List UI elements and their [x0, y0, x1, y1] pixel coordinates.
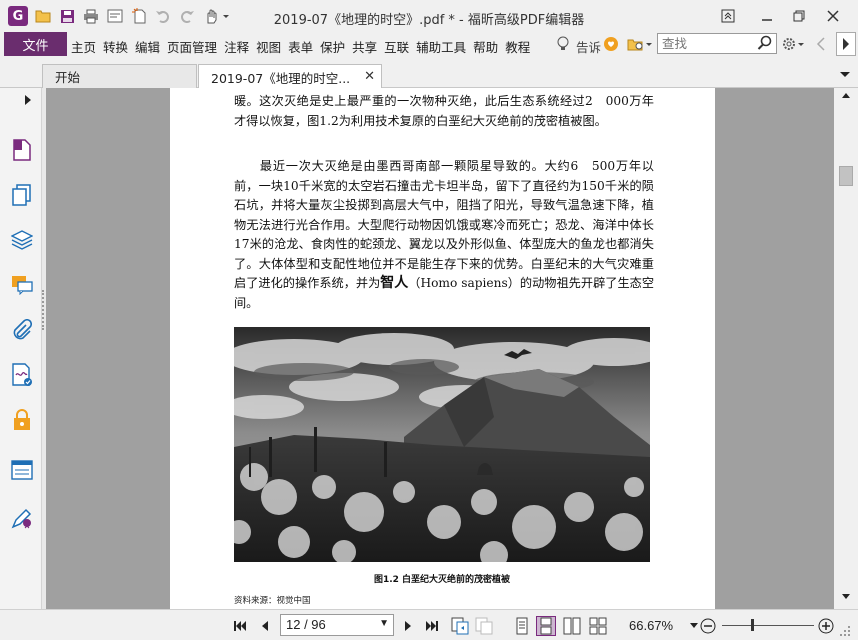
previous-page-icon[interactable]: [255, 616, 275, 636]
menu-protect[interactable]: 保护: [320, 37, 345, 56]
feedback-icon[interactable]: [602, 35, 620, 53]
menu-tutorial[interactable]: 教程: [505, 37, 530, 56]
single-page-view-icon[interactable]: [512, 616, 532, 636]
continuous-view-icon[interactable]: [536, 616, 556, 636]
paragraph-2-text-a: 最近一次大灭绝是由墨西哥南部一颗陨星导致的。大约6 500万年以前，一块10千米…: [234, 159, 654, 290]
paragraph-2: 最近一次大灭绝是由墨西哥南部一颗陨星导致的。大约6 500万年以前，一块10千米…: [234, 157, 654, 313]
menu-connect[interactable]: 互联: [384, 37, 409, 56]
navigation-panel: [0, 88, 42, 609]
open-folder-icon[interactable]: [34, 7, 52, 25]
menu-bar: 文件 主页 转换 编辑 页面管理 注释 视图 表单 保护 共享 互联 辅助工具 …: [0, 32, 858, 58]
tab-start-label: 开始: [55, 70, 81, 85]
close-window-icon[interactable]: [820, 6, 846, 26]
tab-document[interactable]: 2019-07《地理的时空... ✕: [198, 64, 382, 89]
undo-icon[interactable]: [154, 7, 172, 25]
menu-edit[interactable]: 编辑: [135, 37, 160, 56]
menu-comment[interactable]: 注释: [224, 37, 249, 56]
first-page-icon[interactable]: [230, 616, 250, 636]
scroll-down-icon[interactable]: [841, 592, 851, 602]
zoom-out-icon[interactable]: [698, 616, 718, 636]
status-bar: 12 / 96 ▼ 66.67%: [0, 609, 858, 640]
resize-grip-icon[interactable]: [838, 624, 852, 638]
tab-document-label: 2019-07《地理的时空...: [211, 70, 351, 86]
pdf-page: 暖。这次灭绝是史上最严重的一次物种灭绝，此后生态系统经过2 000万年才得以恢复…: [170, 88, 715, 609]
document-view[interactable]: 暖。这次灭绝是史上最严重的一次物种灭绝，此后生态系统经过2 000万年才得以恢复…: [46, 88, 834, 609]
menu-convert[interactable]: 转换: [103, 37, 128, 56]
menu-help[interactable]: 帮助: [473, 37, 498, 56]
paragraph-1: 暖。这次灭绝是史上最严重的一次物种灭绝，此后生态系统经过2 000万年才得以恢复…: [234, 94, 654, 128]
page-number-value: 12 / 96: [286, 617, 326, 632]
menu-organize[interactable]: 页面管理: [167, 37, 217, 56]
properties-icon[interactable]: [106, 7, 124, 25]
zoom-slider[interactable]: [722, 619, 814, 631]
menu-home[interactable]: 主页: [71, 37, 96, 56]
menu-share[interactable]: 共享: [352, 37, 377, 56]
redo-icon[interactable]: [178, 7, 196, 25]
attachments-icon[interactable]: [10, 318, 34, 342]
figure-caption: 图1.2 白垩纪大灭绝前的茂密植被: [373, 575, 511, 585]
print-icon[interactable]: [82, 7, 100, 25]
close-tab-icon[interactable]: ✕: [364, 69, 375, 84]
facing-view-icon[interactable]: [562, 616, 582, 636]
content-panel-icon[interactable]: [10, 458, 34, 482]
page-number-field[interactable]: 12 / 96 ▼: [280, 614, 394, 636]
minimize-icon[interactable]: [754, 6, 780, 26]
tab-list-dropdown-icon[interactable]: [836, 66, 854, 84]
search-input[interactable]: [658, 34, 756, 53]
ribbon-scroll-right-icon[interactable]: [836, 32, 856, 56]
app-logo: G: [8, 6, 28, 26]
continuous-facing-view-icon[interactable]: [588, 616, 608, 636]
pages-icon[interactable]: [10, 183, 34, 207]
new-document-icon[interactable]: [130, 7, 148, 25]
lightbulb-icon[interactable]: [554, 35, 572, 53]
restore-icon[interactable]: [786, 6, 812, 26]
comments-icon[interactable]: [10, 273, 34, 297]
zoom-in-icon[interactable]: [816, 616, 836, 636]
previous-view-icon[interactable]: [450, 616, 470, 636]
tab-start[interactable]: 开始: [42, 64, 197, 88]
menu-view[interactable]: 视图: [256, 37, 281, 56]
zoom-level[interactable]: 66.67%: [629, 618, 673, 633]
search-icon[interactable]: [757, 35, 773, 54]
scroll-up-icon[interactable]: [841, 90, 851, 100]
settings-dropdown-icon[interactable]: [781, 35, 807, 53]
scrollbar-thumb[interactable]: [839, 166, 853, 186]
zoom-slider-handle[interactable]: [751, 619, 754, 631]
ribbon-display-icon[interactable]: [715, 6, 741, 26]
title-bar: G 2019-07《地理的时空》.pdf * - 福昕高级PDF编辑器: [0, 0, 858, 32]
search-field[interactable]: [657, 33, 777, 54]
paragraph-2-bold-term: 智人: [380, 275, 409, 291]
menu-accessibility[interactable]: 辅助工具: [416, 37, 466, 56]
signature-icon[interactable]: [10, 363, 34, 387]
layers-icon[interactable]: [10, 228, 34, 252]
last-page-icon[interactable]: [422, 616, 442, 636]
file-menu-button[interactable]: 文件: [4, 32, 67, 56]
vertical-scrollbar[interactable]: [834, 88, 858, 609]
next-page-icon[interactable]: [398, 616, 418, 636]
expand-panel-icon[interactable]: [20, 90, 36, 110]
next-view-icon[interactable]: [474, 616, 494, 636]
document-tab-bar: 开始 2019-07《地理的时空... ✕: [0, 58, 858, 89]
hand-tool-dropdown-icon[interactable]: [202, 7, 232, 25]
save-icon[interactable]: [58, 7, 76, 25]
fill-sign-icon[interactable]: [10, 506, 34, 530]
image-source: 资料来源：视觉中国: [234, 596, 311, 606]
page-dropdown-icon[interactable]: ▼: [379, 618, 389, 629]
page-thumbnail-icon[interactable]: [10, 138, 34, 162]
menu-form[interactable]: 表单: [288, 37, 313, 56]
search-folder-dropdown-icon[interactable]: [626, 35, 654, 53]
ribbon-scroll-left-icon[interactable]: [812, 35, 830, 53]
security-lock-icon[interactable]: [10, 408, 34, 432]
tell-me-label[interactable]: 告诉: [576, 37, 601, 56]
dinosaur-landscape-photo: [234, 327, 650, 562]
ribbon-tabs: 主页 转换 编辑 页面管理 注释 视图 表单 保护 共享 互联 辅助工具 帮助 …: [71, 37, 537, 56]
